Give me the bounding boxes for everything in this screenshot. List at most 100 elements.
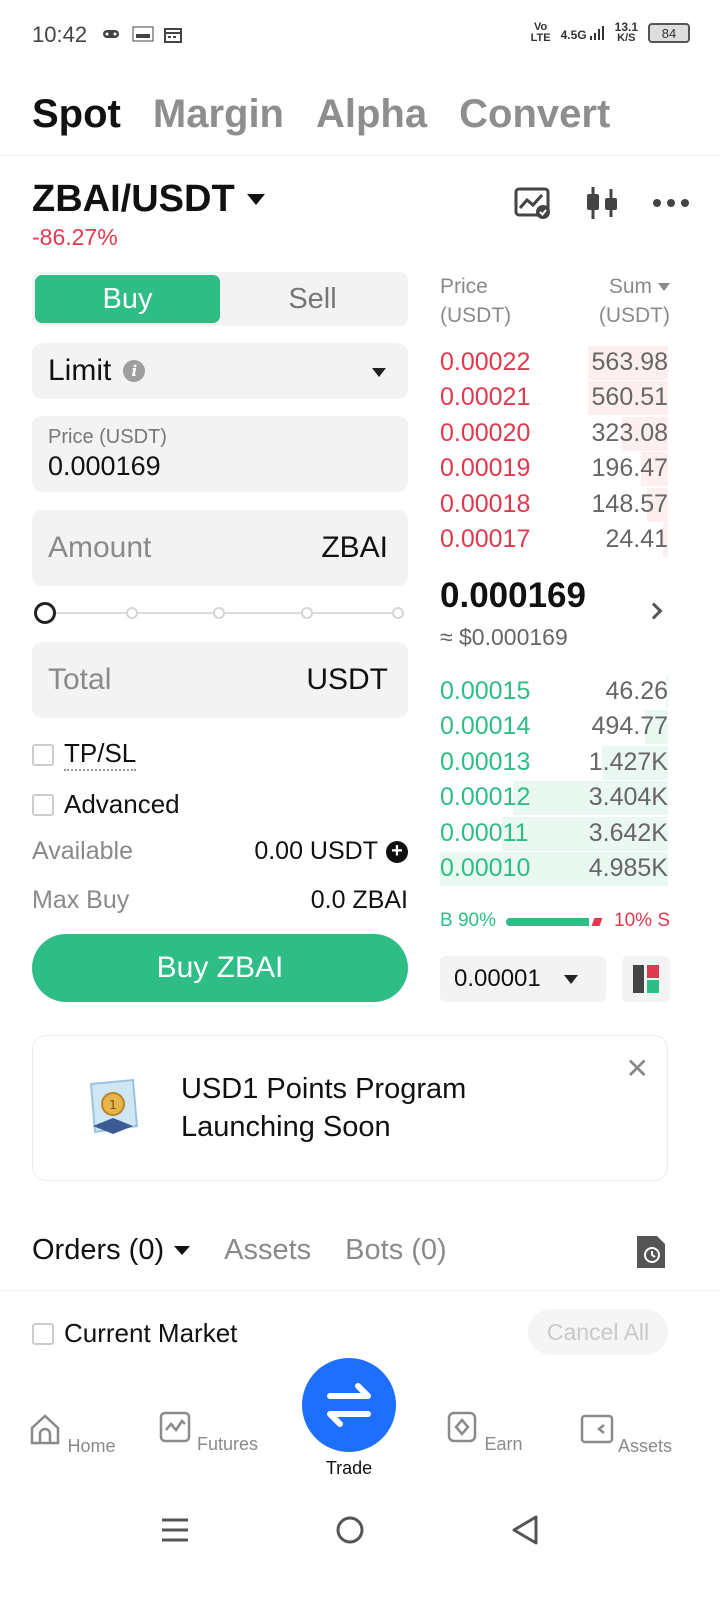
sell-ratio-label: 10% S	[614, 910, 670, 931]
back-icon[interactable]	[510, 1514, 540, 1546]
slider-step-75[interactable]	[301, 607, 313, 619]
row-price: 0.00015	[440, 677, 531, 705]
current-market-row[interactable]: Current Market	[32, 1318, 237, 1349]
slider-step-25[interactable]	[126, 607, 138, 619]
row-sum: 46.26	[605, 677, 668, 705]
chevron-right-icon[interactable]	[645, 602, 663, 620]
buy-sell-ratio: B 90% 10% S	[440, 910, 670, 934]
sell-ratio-bar	[591, 918, 603, 926]
last-price: 0.000169	[440, 576, 586, 615]
sell-tab[interactable]: Sell	[220, 275, 405, 323]
nav-trade-button[interactable]	[302, 1358, 396, 1452]
price-change: -86.27%	[32, 224, 118, 250]
tab-assets[interactable]: Assets	[224, 1234, 311, 1267]
status-bar: 10:42 Vo LTE 4.5G 13.1 K/S 84	[0, 0, 720, 70]
bid-row[interactable]: 0.00011 3.642K	[440, 816, 668, 851]
buy-tab[interactable]: Buy	[35, 275, 220, 323]
chevron-down-icon	[564, 975, 578, 984]
bid-row[interactable]: 0.00014 494.77	[440, 710, 668, 745]
tpsl-checkbox[interactable]	[32, 743, 54, 766]
bid-row[interactable]: 0.00012 3.404K	[440, 781, 668, 816]
header-actions	[514, 186, 690, 220]
slider-step-50[interactable]	[213, 607, 225, 619]
row-price: 0.00012	[440, 783, 531, 812]
tab-alpha[interactable]: Alpha	[316, 92, 427, 137]
tab-convert[interactable]: Convert	[459, 92, 610, 137]
max-buy-label: Max Buy	[32, 886, 130, 914]
trade-mode-tabs: Spot Margin Alpha Convert	[32, 92, 610, 137]
available-label: Available	[32, 837, 134, 865]
ask-row[interactable]: 0.00018 148.57	[440, 487, 668, 522]
ask-row[interactable]: 0.00021 560.51	[440, 381, 668, 416]
signal-bars-icon	[589, 26, 604, 40]
network-speed: 13.1 K/S	[614, 20, 638, 44]
chart-alert-icon[interactable]	[514, 186, 552, 220]
tpsl-label: TP/SL	[64, 738, 137, 771]
pair-selector[interactable]: ZBAI/USDT	[32, 178, 265, 221]
bid-row[interactable]: 0.00010 4.985K	[440, 852, 668, 886]
promo-text: USD1 Points Program Launching Soon	[181, 1073, 467, 1143]
row-price: 0.00021	[440, 383, 531, 412]
orderbook-layout-icon	[633, 965, 659, 993]
row-sum: 3.404K	[588, 783, 668, 812]
status-right: Vo LTE 4.5G 13.1 K/S 84	[531, 20, 690, 44]
current-market-checkbox[interactable]	[32, 1322, 54, 1345]
orderbook-sum-header[interactable]: Sum (USDT)	[572, 272, 670, 330]
pair-symbol: ZBAI/USDT	[32, 178, 235, 220]
promo-banner[interactable]: 1 USD1 Points Program Launching Soon ✕	[32, 1035, 668, 1181]
orderbook-layout-button[interactable]	[622, 956, 670, 1002]
row-sum: 560.51	[591, 383, 668, 412]
info-icon[interactable]: i	[123, 360, 146, 382]
slider-step-100[interactable]	[392, 607, 404, 619]
cancel-all-button[interactable]: Cancel All	[528, 1309, 668, 1355]
advanced-checkbox[interactable]	[32, 793, 54, 816]
calendar-icon	[164, 28, 182, 43]
tab-bots[interactable]: Bots (0)	[345, 1234, 447, 1267]
ask-row[interactable]: 0.00022 563.98	[440, 346, 668, 380]
row-price: 0.00010	[440, 854, 531, 882]
slider-handle[interactable]	[34, 602, 56, 624]
row-sum: 3.642K	[588, 818, 668, 847]
status-time: 10:42	[32, 22, 88, 47]
close-icon[interactable]: ✕	[626, 1052, 649, 1085]
add-funds-icon[interactable]: +	[386, 840, 408, 863]
row-price: 0.00011	[440, 818, 529, 847]
more-options-icon[interactable]	[652, 198, 690, 208]
ask-row[interactable]: 0.00020 323.08	[440, 416, 668, 451]
nav-trade-label[interactable]: Trade	[299, 1458, 399, 1479]
price-input[interactable]: Price (USDT) 0.000169	[32, 416, 408, 492]
order-type-value: Limit	[48, 354, 112, 387]
home-system-icon[interactable]	[335, 1515, 365, 1545]
recents-icon[interactable]	[160, 1516, 190, 1544]
chevron-down-icon	[372, 368, 386, 377]
amount-percent-slider[interactable]	[32, 600, 408, 626]
current-market-label: Current Market	[64, 1318, 238, 1348]
tick-size-value: 0.00001	[454, 965, 541, 992]
tick-size-select[interactable]: 0.00001	[440, 956, 606, 1002]
buy-submit-button[interactable]: Buy ZBAI	[32, 934, 408, 1002]
tpsl-checkbox-row[interactable]: TP/SL	[32, 738, 137, 771]
candlestick-chart-icon[interactable]	[584, 186, 620, 220]
ask-row[interactable]: 0.00019 196.47	[440, 452, 668, 487]
nav-home[interactable]: Home	[17, 1412, 127, 1457]
order-type-select[interactable]: Limit i	[32, 343, 408, 399]
nav-futures[interactable]: Futures	[153, 1410, 263, 1455]
tab-orders[interactable]: Orders (0)	[32, 1234, 191, 1267]
tab-margin[interactable]: Margin	[153, 92, 284, 137]
ask-row[interactable]: 0.00017 24.41	[440, 523, 668, 557]
chevron-down-icon	[174, 1246, 191, 1255]
points-program-icon: 1	[89, 1078, 139, 1134]
amount-input[interactable]: Amount ZBAI	[32, 510, 408, 586]
nav-earn[interactable]: Earn	[429, 1410, 539, 1455]
available-row: Available 0.00 USDT +	[32, 837, 408, 866]
nav-assets[interactable]: Assets	[571, 1412, 681, 1457]
tab-spot[interactable]: Spot	[32, 92, 121, 137]
advanced-checkbox-row[interactable]: Advanced	[32, 789, 180, 820]
max-buy-row: Max Buy 0.0 ZBAI	[32, 886, 408, 915]
bid-row[interactable]: 0.00013 1.427K	[440, 745, 668, 780]
side-toggle: Buy Sell	[32, 272, 408, 326]
total-input[interactable]: Total USDT	[32, 642, 408, 718]
advanced-label: Advanced	[64, 789, 180, 819]
order-history-icon[interactable]	[633, 1234, 667, 1270]
bid-row[interactable]: 0.00015 46.26	[440, 675, 668, 709]
